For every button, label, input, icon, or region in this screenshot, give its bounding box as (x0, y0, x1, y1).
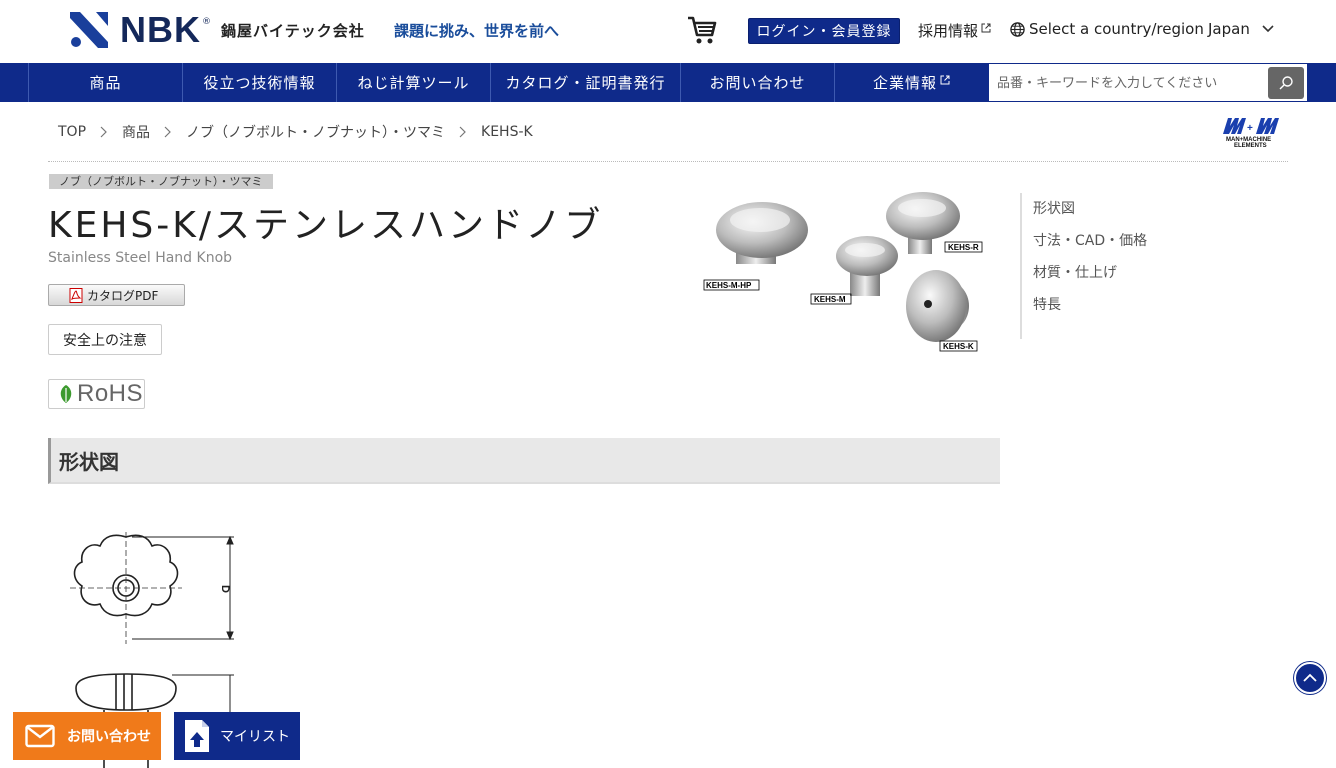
floating-contact-label: お問い合わせ (67, 729, 151, 745)
catalog-pdf-label: カタログPDF (87, 288, 159, 303)
main-nav: 商品 役立つ技術情報 ねじ計算ツール カタログ・証明書発行 お問い合わせ 企業情… (0, 63, 1336, 102)
nav-item-products[interactable]: 商品 (28, 63, 182, 102)
floating-mylist-label: マイリスト (220, 729, 290, 745)
nbk-logo-mark-icon (70, 12, 108, 48)
catalog-pdf-button[interactable]: カタログPDF (48, 284, 185, 306)
language-value: Japan (1208, 20, 1250, 38)
side-menu-dimensions-cad-price[interactable]: 寸法・CAD・価格 (1033, 225, 1200, 257)
side-menu-material-finish[interactable]: 材質・仕上げ (1033, 257, 1200, 289)
product-title: KEHS-K/ステンレスハンドノブ (48, 205, 604, 246)
pdf-icon (69, 287, 83, 303)
brand-registered-mark: ® (202, 17, 211, 27)
leaf-icon (60, 385, 72, 403)
country-label: Select a country/region (1029, 20, 1204, 38)
document-upload-icon (185, 720, 209, 752)
recruit-link[interactable]: 採用情報 (918, 20, 991, 41)
partner-logo-line2: ELEMENTS (1234, 143, 1267, 149)
product-image: KEHS-M-HP KEHS-M KEHS-R KEHS-K (700, 186, 985, 356)
recruit-label: 採用情報 (918, 22, 979, 40)
category-tag: ノブ（ノブボルト・ノブナット）・ツマミ (49, 174, 273, 189)
side-menu-shape-drawing[interactable]: 形状図 (1033, 193, 1200, 225)
product-photo: KEHS-M-HP KEHS-M KEHS-R KEHS-K (703, 192, 983, 352)
site-header: NBK ® 鍋屋バイテック会社 課題に挑み、世界を前へ ログイン・会員登録 採用… (0, 0, 1336, 63)
back-to-top-button[interactable] (1294, 662, 1326, 694)
nav-item-catalog[interactable]: カタログ・証明書発行 (490, 63, 680, 102)
globe-icon (1010, 21, 1025, 37)
chevron-right-icon (459, 126, 466, 138)
chevron-up-icon (1303, 673, 1317, 682)
side-menu-features[interactable]: 特長 (1033, 289, 1200, 321)
breadcrumb-products[interactable]: 商品 (122, 122, 150, 142)
country-selector[interactable]: Select a country/region (1010, 20, 1204, 38)
product-subtitle: Stainless Steel Hand Knob (48, 250, 233, 266)
breadcrumb-top[interactable]: TOP (58, 124, 86, 140)
svg-text:+: + (1247, 123, 1253, 134)
section-heading-shape-drawing: 形状図 (48, 438, 1000, 484)
nav-item-contact[interactable]: お問い合わせ (680, 63, 834, 102)
language-dropdown[interactable]: Japan (1208, 20, 1274, 38)
login-register-button[interactable]: ログイン・会員登録 (748, 18, 900, 44)
nav-item-tech-info[interactable]: 役立つ技術情報 (182, 63, 336, 102)
search-box (988, 63, 1308, 102)
cart-icon[interactable] (686, 14, 718, 46)
rohs-label: RoHS (77, 380, 144, 407)
breadcrumb-current: KEHS-K (481, 124, 533, 140)
nav-item-company[interactable]: 企業情報 (834, 63, 988, 102)
nbk-logo[interactable]: NBK ® (70, 12, 211, 48)
breadcrumb-category[interactable]: ノブ（ノブボルト・ノブナット）・ツマミ (186, 122, 445, 142)
image-label-kehs-m-hp: KEHS-M-HP (706, 281, 752, 290)
floating-contact-button[interactable]: お問い合わせ (13, 712, 161, 760)
brand-name-jp: 鍋屋バイテック会社 (221, 22, 365, 40)
safety-notice-button[interactable]: 安全上の注意 (48, 324, 162, 355)
tagline-link[interactable]: 課題に挑み、世界を前へ (394, 20, 559, 41)
search-button[interactable] (1268, 67, 1304, 99)
nav-item-company-label: 企業情報 (872, 74, 937, 92)
image-label-kehs-r: KEHS-R (948, 243, 979, 252)
image-label-kehs-k: KEHS-K (943, 342, 974, 351)
divider (48, 161, 1288, 162)
chevron-right-icon (100, 126, 107, 138)
brand-name: NBK (120, 9, 201, 50)
man-machine-elements-logo[interactable]: + MAN+MACHINE ELEMENTS (1220, 114, 1290, 150)
chevron-down-icon (1262, 25, 1274, 33)
page-section-menu: 形状図 寸法・CAD・価格 材質・仕上げ 特長 (1020, 193, 1200, 339)
search-icon (1279, 76, 1293, 90)
nav-item-screw-calculator[interactable]: ねじ計算ツール (336, 63, 490, 102)
external-link-icon (940, 75, 950, 84)
mail-icon (25, 724, 55, 748)
search-input[interactable] (997, 73, 1257, 93)
floating-mylist-button[interactable]: マイリスト (174, 712, 300, 760)
chevron-right-icon (164, 126, 171, 138)
nav-left-spacer (0, 63, 28, 102)
image-label-kehs-m: KEHS-M (814, 295, 846, 304)
rohs-badge: RoHS (48, 379, 145, 409)
external-link-icon (981, 23, 991, 32)
breadcrumb: TOP 商品 ノブ（ノブボルト・ノブナット）・ツマミ KEHS-K (58, 122, 533, 142)
dimension-label-d: D (219, 585, 231, 593)
